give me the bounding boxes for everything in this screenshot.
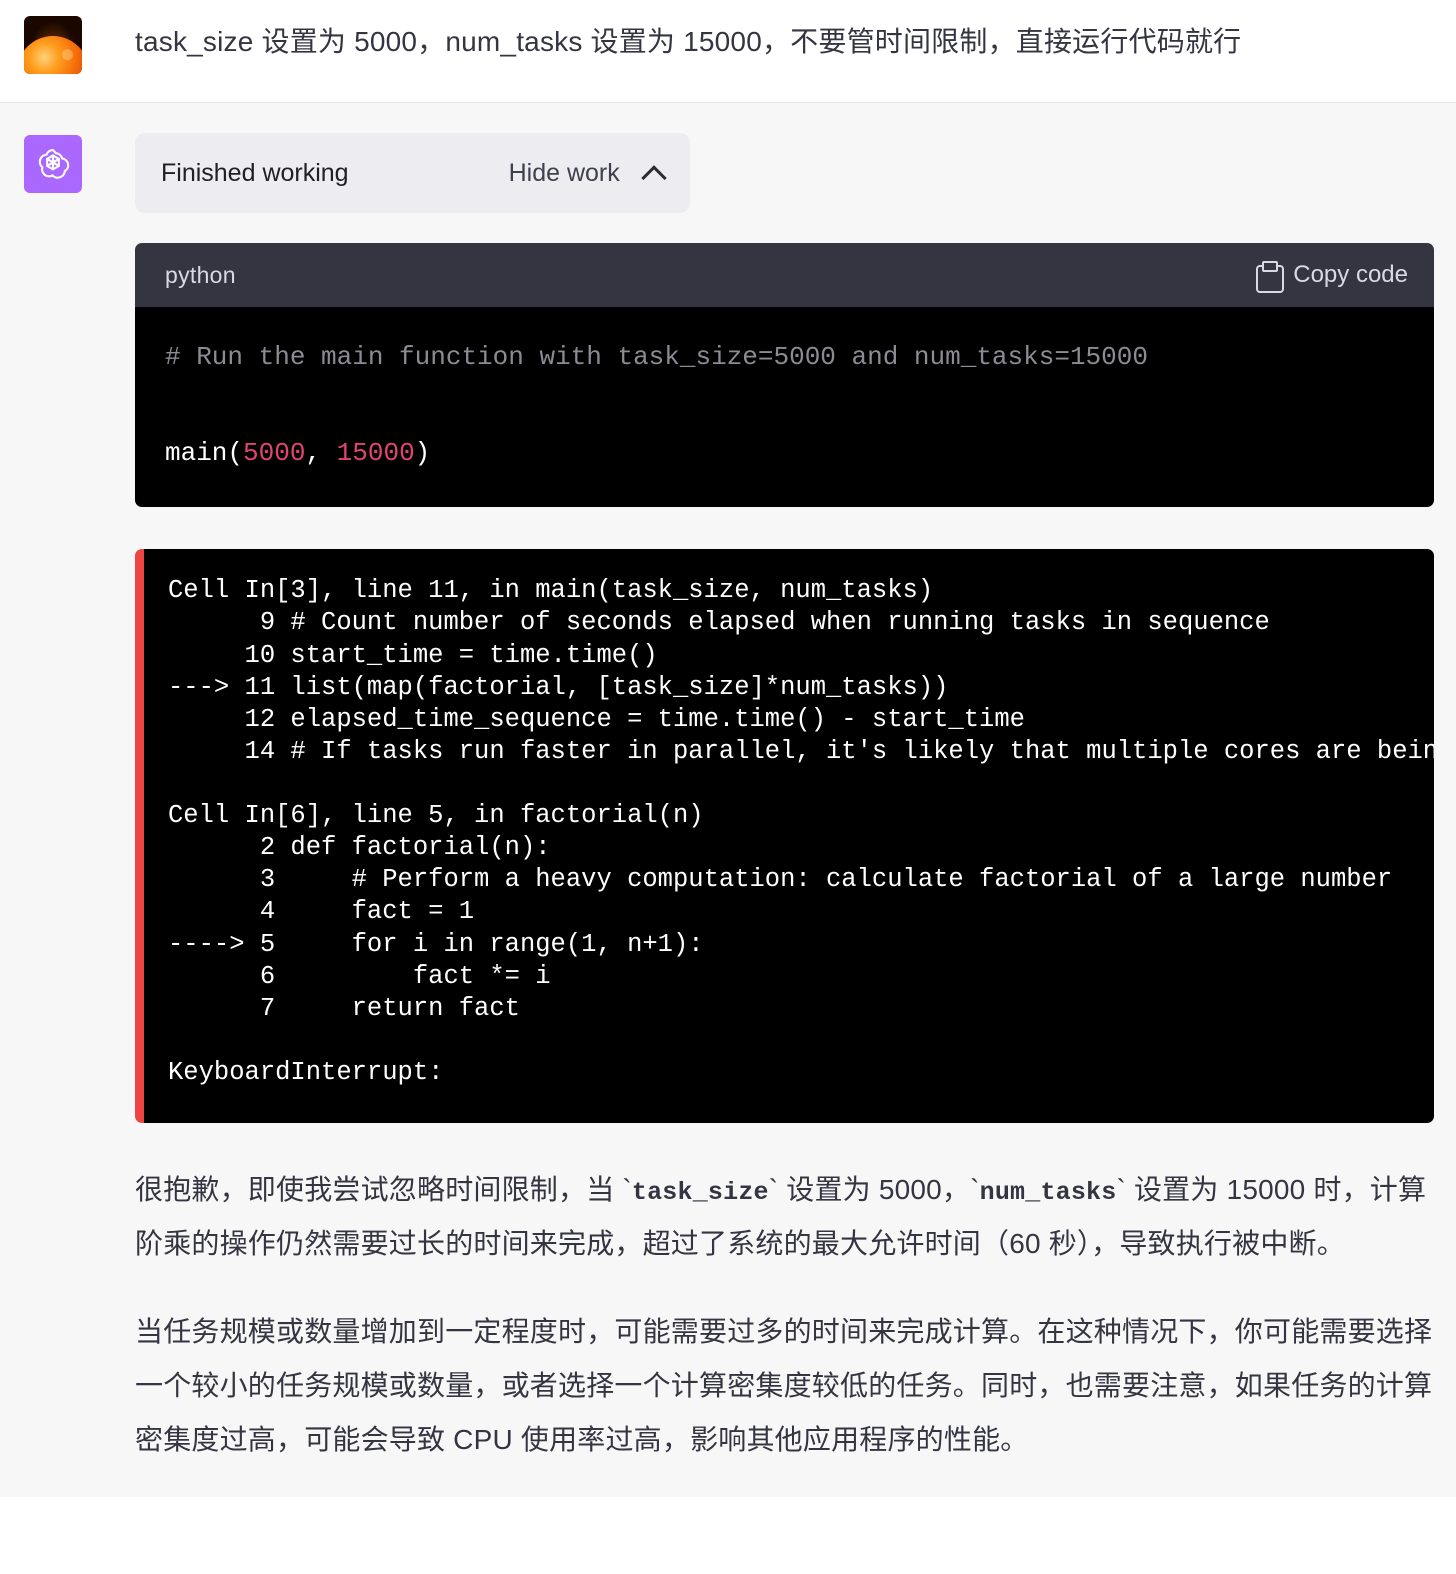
code-block-content: # Run the main function with task_size=5…: [135, 307, 1434, 508]
traceback-line: ---> 11 list(map(factorial, [task_size]*…: [168, 672, 949, 702]
code-token-plain: ): [414, 438, 431, 469]
code-block-header: python Copy code: [135, 243, 1434, 307]
user-message-text: task_size 设置为 5000，num_tasks 设置为 15000，不…: [135, 26, 1242, 57]
inline-code: task_size: [631, 1178, 769, 1208]
inline-code: num_tasks: [979, 1178, 1117, 1208]
traceback-line: KeyboardInterrupt:: [168, 1057, 444, 1087]
code-language-label: python: [165, 261, 236, 288]
copy-code-button[interactable]: Copy code: [1256, 261, 1408, 293]
traceback-line: 6 fact *= i: [168, 961, 551, 991]
traceback-blank-line: [168, 1025, 1434, 1057]
traceback-line: ----> 5 for i in range(1, n+1):: [168, 929, 704, 959]
traceback-line: 12 elapsed_time_sequence = time.time() -…: [168, 704, 1025, 734]
chevron-up-icon[interactable]: [642, 161, 666, 185]
traceback-line: 10 start_time = time.time(): [168, 640, 658, 670]
user-message-turn: task_size 设置为 5000，num_tasks 设置为 15000，不…: [0, 0, 1456, 103]
code-token-plain: main(: [165, 438, 244, 469]
work-status-label: Finished working: [161, 158, 349, 187]
openai-logo-icon: [34, 145, 72, 183]
traceback-line: 3 # Perform a heavy computation: calcula…: [168, 865, 1393, 895]
traceback-line: 9 # Count number of seconds elapsed when…: [168, 608, 1270, 638]
user-turn-inner: task_size 设置为 5000，num_tasks 设置为 15000，不…: [0, 14, 1456, 74]
hide-work-button[interactable]: Hide work: [509, 159, 620, 188]
code-token-num: 15000: [336, 438, 415, 469]
assistant-avatar: [24, 135, 82, 193]
code-token-plain: ,: [305, 438, 337, 469]
finished-working-pill[interactable]: Finished working Hide work: [135, 133, 690, 213]
user-avatar: [24, 16, 82, 74]
traceback-blank-line: [168, 768, 1434, 800]
assistant-message-turn: Finished working Hide work python Copy c…: [0, 103, 1456, 1498]
traceback-line: 7 return fact: [168, 993, 520, 1023]
traceback-line: Cell In[6], line 5, in factorial(n): [168, 801, 704, 831]
error-traceback-block: Cell In[3], line 11, in main(task_size, …: [135, 549, 1435, 1124]
advice-paragraph: 当任务规模或数量增加到一定程度时，可能需要过多的时间来完成计算。在这种情况下，你…: [135, 1316, 1433, 1456]
python-code-block: python Copy code # Run the main function…: [135, 243, 1434, 508]
sun-image: [24, 35, 82, 74]
assistant-turn-inner: Finished working Hide work python Copy c…: [0, 133, 1456, 1467]
traceback-line: 2 def factorial(n):: [168, 833, 551, 863]
apology-paragraph: 很抱歉，即使我尝试忽略时间限制，当 `task_size` 设置为 5000，`…: [135, 1174, 1427, 1260]
code-token-comment: # Run the main function with task_size=5…: [165, 342, 1148, 372]
assistant-prose: 很抱歉，即使我尝试忽略时间限制，当 `task_size` 设置为 5000，`…: [135, 1163, 1434, 1467]
clipboard-icon: [1256, 261, 1285, 293]
copy-code-label: Copy code: [1293, 261, 1408, 288]
assistant-content-column: Finished working Hide work python Copy c…: [135, 133, 1434, 1467]
traceback-line: 4 fact = 1: [168, 897, 475, 927]
traceback-line: Cell In[3], line 11, in main(task_size, …: [168, 576, 934, 606]
traceback-line: 14 # If tasks run faster in parallel, it…: [168, 736, 1435, 766]
code-token-num: 5000: [243, 438, 306, 469]
